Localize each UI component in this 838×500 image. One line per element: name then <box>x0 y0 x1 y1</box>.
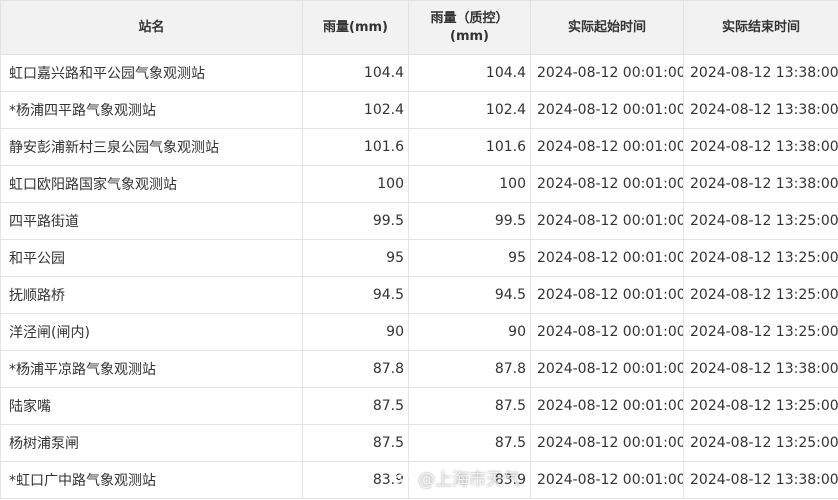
header-rainfall-qc-line2: (mm) <box>450 28 489 44</box>
cell-rainfall: 87.8 <box>302 350 409 388</box>
cell-station: 和平公园 <box>0 239 303 277</box>
cell-start-time: 2024-08-12 00:01:00 <box>530 350 684 388</box>
table-header-row: 站名 雨量(mm) 雨量（质控） (mm) 实际起始时间 实际结束时间 <box>0 0 838 55</box>
header-start-time[interactable]: 实际起始时间 <box>530 0 684 55</box>
table-row: 虹口欧阳路国家气象观测站 100 100 2024-08-12 00:01:00 202… <box>0 165 838 203</box>
cell-rainfall: 99.5 <box>302 202 409 240</box>
table-row: 静安彭浦新村三泉公园气象观测站 101.6 101.6 2024-08-12 00:0… <box>0 128 838 166</box>
cell-rainfall: 95 <box>302 239 409 277</box>
cell-rainfall-qc: 99.5 <box>408 202 531 240</box>
cell-end-time: 2024-08-12 13:25:00 <box>683 276 838 314</box>
header-rainfall[interactable]: 雨量(mm) <box>302 0 409 55</box>
header-rainfall-qc-line1: 雨量（质控） <box>430 10 509 26</box>
cell-rainfall-qc: 90 <box>408 313 531 351</box>
cell-start-time: 2024-08-12 00:01:00 <box>530 461 684 499</box>
header-rainfall-qc[interactable]: 雨量（质控） (mm) <box>408 0 531 55</box>
cell-start-time: 2024-08-12 00:01:00 <box>530 276 684 314</box>
cell-rainfall-qc: 94.5 <box>408 276 531 314</box>
cell-end-time: 2024-08-12 13:25:00 <box>683 387 838 425</box>
cell-station: 洋泾闸(闸内) <box>0 313 303 351</box>
cell-rainfall: 101.6 <box>302 128 409 166</box>
cell-end-time: 2024-08-12 13:25:00 <box>683 202 838 240</box>
table-row: *虹口广中路气象观测站 83.9 83.9 2024-08-12 00:01:00 20… <box>0 461 838 499</box>
cell-station: *杨浦平凉路气象观测站 <box>0 350 303 388</box>
cell-start-time: 2024-08-12 00:01:00 <box>530 54 684 92</box>
table-row: 杨树浦泵闸 87.5 87.5 2024-08-12 00:01:00 2024-08-… <box>0 424 838 462</box>
cell-rainfall: 102.4 <box>302 91 409 129</box>
cell-rainfall: 83.9 <box>302 461 409 499</box>
cell-station: 虹口嘉兴路和平公园气象观测站 <box>0 54 303 92</box>
cell-end-time: 2024-08-12 13:38:00 <box>683 461 838 499</box>
cell-start-time: 2024-08-12 00:01:00 <box>530 128 684 166</box>
cell-rainfall-qc: 101.6 <box>408 128 531 166</box>
table-row: 和平公园 95 95 2024-08-12 00:01:00 2024-08-12 13… <box>0 239 838 277</box>
cell-end-time: 2024-08-12 13:25:00 <box>683 239 838 277</box>
cell-end-time: 2024-08-12 13:25:00 <box>683 313 838 351</box>
cell-rainfall: 94.5 <box>302 276 409 314</box>
rainfall-table: 站名 雨量(mm) 雨量（质控） (mm) 实际起始时间 实际结束时间 虹口嘉兴路… <box>0 0 838 499</box>
cell-station: 静安彭浦新村三泉公园气象观测站 <box>0 128 303 166</box>
cell-start-time: 2024-08-12 00:01:00 <box>530 202 684 240</box>
table-row: 抚顺路桥 94.5 94.5 2024-08-12 00:01:00 2024-08-1… <box>0 276 838 314</box>
cell-rainfall: 90 <box>302 313 409 351</box>
cell-start-time: 2024-08-12 00:01:00 <box>530 91 684 129</box>
cell-rainfall: 87.5 <box>302 424 409 462</box>
cell-rainfall-qc: 87.8 <box>408 350 531 388</box>
cell-station: 虹口欧阳路国家气象观测站 <box>0 165 303 203</box>
cell-rainfall: 87.5 <box>302 387 409 425</box>
cell-start-time: 2024-08-12 00:01:00 <box>530 424 684 462</box>
cell-start-time: 2024-08-12 00:01:00 <box>530 239 684 277</box>
cell-start-time: 2024-08-12 00:01:00 <box>530 387 684 425</box>
table-row: 虹口嘉兴路和平公园气象观测站 104.4 104.4 2024-08-12 00:01… <box>0 54 838 92</box>
cell-start-time: 2024-08-12 00:01:00 <box>530 313 684 351</box>
cell-rainfall-qc: 87.5 <box>408 387 531 425</box>
header-station[interactable]: 站名 <box>0 0 303 55</box>
cell-station: 杨树浦泵闸 <box>0 424 303 462</box>
cell-rainfall: 100 <box>302 165 409 203</box>
cell-rainfall-qc: 104.4 <box>408 54 531 92</box>
cell-rainfall-qc: 102.4 <box>408 91 531 129</box>
cell-start-time: 2024-08-12 00:01:00 <box>530 165 684 203</box>
table-row: 洋泾闸(闸内) 90 90 2024-08-12 00:01:00 2024-08-12… <box>0 313 838 351</box>
cell-rainfall: 104.4 <box>302 54 409 92</box>
cell-station: *虹口广中路气象观测站 <box>0 461 303 499</box>
cell-end-time: 2024-08-12 13:25:00 <box>683 424 838 462</box>
cell-end-time: 2024-08-12 13:38:00 <box>683 54 838 92</box>
cell-end-time: 2024-08-12 13:38:00 <box>683 350 838 388</box>
cell-station: 抚顺路桥 <box>0 276 303 314</box>
cell-end-time: 2024-08-12 13:38:00 <box>683 91 838 129</box>
cell-end-time: 2024-08-12 13:38:00 <box>683 128 838 166</box>
table-row: *杨浦四平路气象观测站 102.4 102.4 2024-08-12 00:01:00… <box>0 91 838 129</box>
cell-end-time: 2024-08-12 13:38:00 <box>683 165 838 203</box>
table-row: *杨浦平凉路气象观测站 87.8 87.8 2024-08-12 00:01:00 20… <box>0 350 838 388</box>
cell-station: 陆家嘴 <box>0 387 303 425</box>
cell-station: *杨浦四平路气象观测站 <box>0 91 303 129</box>
table-row: 陆家嘴 87.5 87.5 2024-08-12 00:01:00 2024-08-12… <box>0 387 838 425</box>
cell-station: 四平路街道 <box>0 202 303 240</box>
cell-rainfall-qc: 100 <box>408 165 531 203</box>
cell-rainfall-qc: 83.9 <box>408 461 531 499</box>
table-row: 四平路街道 99.5 99.5 2024-08-12 00:01:00 2024-08-… <box>0 202 838 240</box>
header-end-time[interactable]: 实际结束时间 <box>683 0 838 55</box>
cell-rainfall-qc: 87.5 <box>408 424 531 462</box>
table-body: 虹口嘉兴路和平公园气象观测站 104.4 104.4 2024-08-12 00:01… <box>0 54 838 499</box>
cell-rainfall-qc: 95 <box>408 239 531 277</box>
